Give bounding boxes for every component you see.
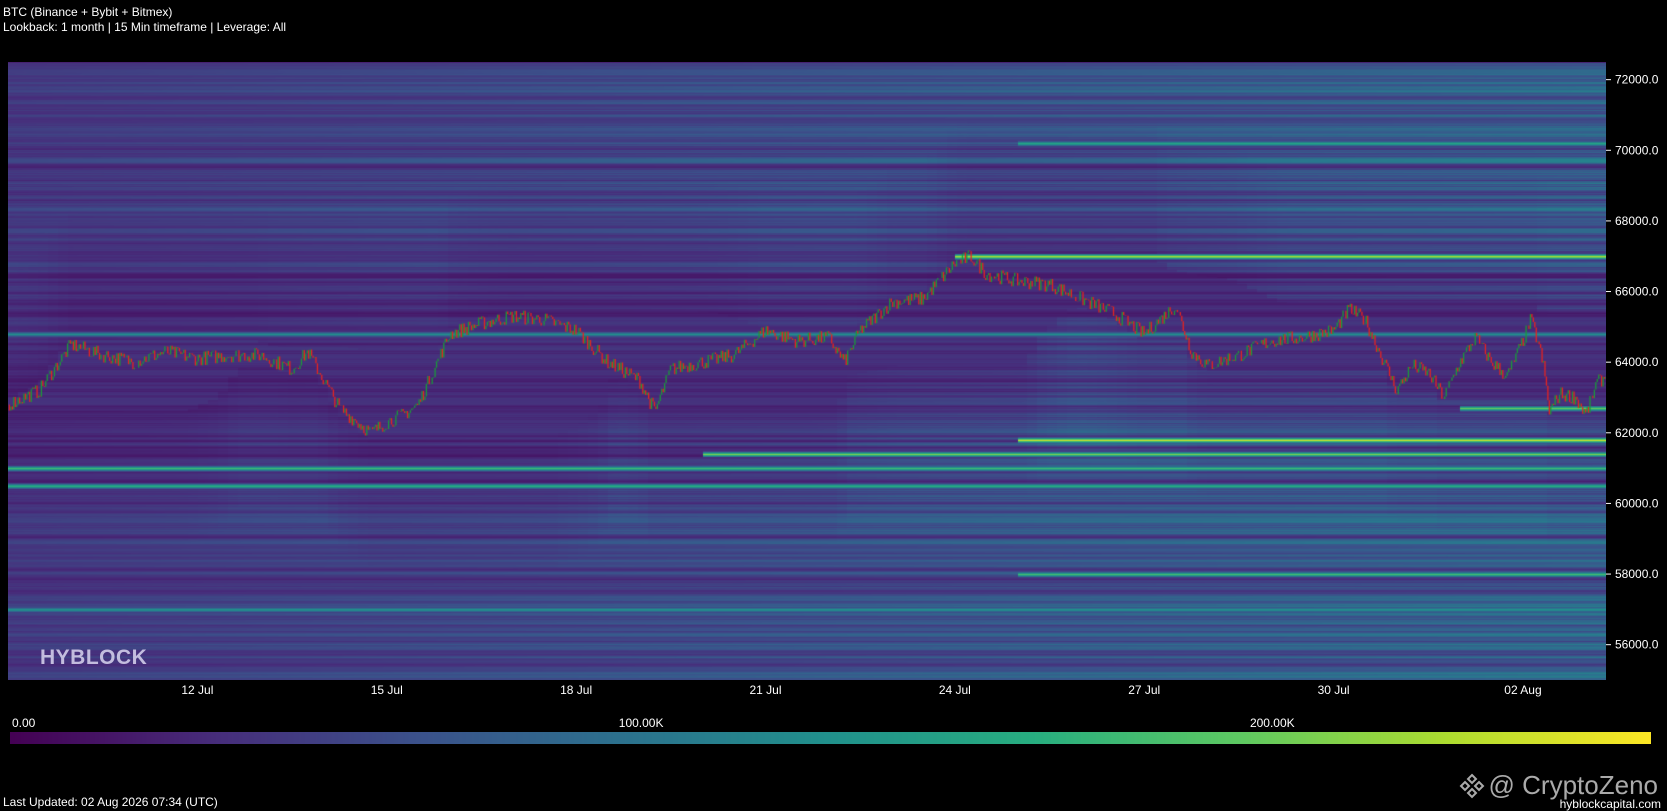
y-tick-label: 58000.0 [1615, 567, 1659, 581]
y-tick-label: 62000.0 [1615, 426, 1659, 440]
x-tick-label: 30 Jul [1318, 683, 1350, 697]
colorbar-axis: 0.00 100.00K 200.00K [12, 716, 1295, 730]
y-tick-label: 72000.0 [1615, 73, 1659, 87]
colorbar [10, 732, 1651, 744]
x-tick-label: 27 Jul [1128, 683, 1160, 697]
chart-axes: 72000.0 70000.0 68000.0 66000.0 64000.0 62000… [12, 73, 1659, 730]
y-tick-label: 68000.0 [1615, 214, 1659, 228]
colorbar-tick-label: 200.00K [1250, 716, 1295, 730]
y-tick-label: 60000.0 [1615, 496, 1659, 510]
y-tick-label: 56000.0 [1615, 638, 1659, 652]
x-tick-label: 18 Jul [560, 683, 592, 697]
last-updated-text: Last Updated: 02 Aug 2026 07:34 (UTC) [3, 795, 218, 809]
x-tick-label: 24 Jul [939, 683, 971, 697]
colorbar-tick-label: 0.00 [12, 716, 36, 730]
x-axis: 12 Jul 15 Jul 18 Jul 21 Jul 24 Jul 27 Jul 30 J… [181, 683, 1541, 697]
colorbar-tick-label: 100.00K [619, 716, 664, 730]
binance-diamond-icon [1459, 773, 1484, 798]
site-url: hyblockcapital.com [1559, 797, 1661, 811]
y-tick-label: 64000.0 [1615, 355, 1659, 369]
x-tick-label: 02 Aug [1504, 683, 1541, 697]
y-axis: 72000.0 70000.0 68000.0 66000.0 64000.0 62000… [1606, 73, 1659, 652]
x-tick-label: 15 Jul [371, 683, 403, 697]
x-tick-label: 12 Jul [181, 683, 213, 697]
y-tick-label: 66000.0 [1615, 285, 1659, 299]
hyblock-logo: HYBLOCK [40, 646, 148, 669]
x-tick-label: 21 Jul [749, 683, 781, 697]
y-tick-label: 70000.0 [1615, 143, 1659, 157]
